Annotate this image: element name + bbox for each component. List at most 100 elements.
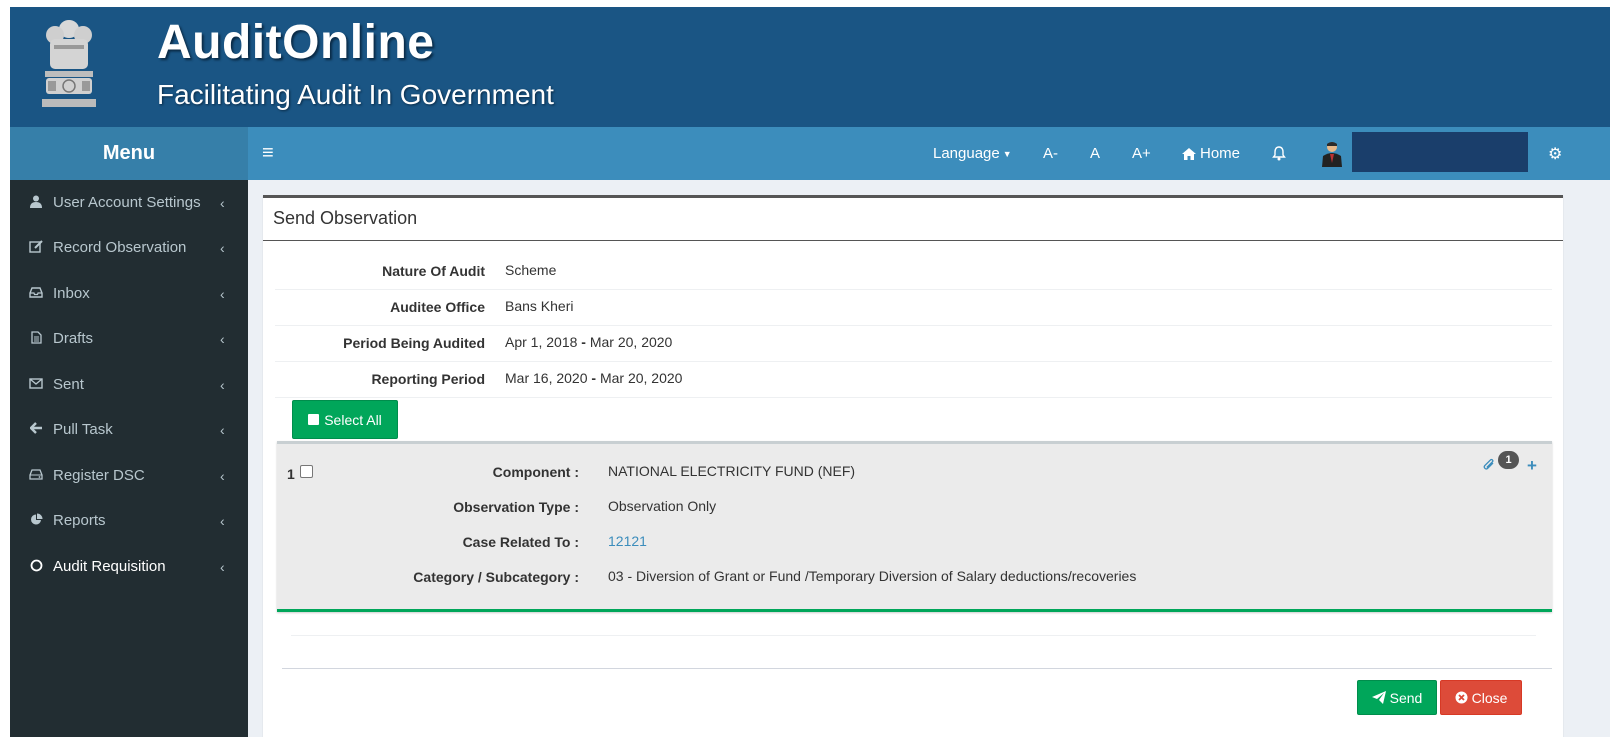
sidebar: User Account Settings ‹ Record Observati… (10, 180, 248, 737)
observation-card: 1 Component : NATIONAL ELECTRICITY FUND … (277, 441, 1552, 612)
info-label: Nature Of Audit (382, 263, 485, 279)
select-all-button[interactable]: Select All (292, 400, 398, 439)
sidebar-item-sent[interactable]: Sent ‹ (10, 362, 248, 407)
user-name-box[interactable] (1352, 132, 1528, 172)
chevron-left-icon: ‹ (220, 239, 225, 256)
field-value: Observation Only (608, 498, 717, 514)
plus-icon[interactable]: + (1527, 456, 1537, 476)
paper-plane-icon (1371, 691, 1386, 704)
info-row-period-being-audited: Period Being Audited Apr 1, 2018 - Mar 2… (275, 325, 1552, 362)
font-increase-button[interactable]: A+ (1132, 127, 1151, 180)
info-row-nature-of-audit: Nature Of Audit Scheme (275, 253, 1552, 290)
info-value: Apr 1, 2018 - Mar 20, 2020 (505, 334, 672, 350)
sidebar-item-drafts[interactable]: Drafts ‹ (10, 316, 248, 361)
sidebar-item-inbox[interactable]: Inbox ‹ (10, 271, 248, 316)
font-normal-button[interactable]: A (1090, 127, 1100, 180)
observation-number: 1 (287, 466, 295, 482)
info-value: Mar 16, 2020 - Mar 20, 2020 (505, 370, 682, 386)
sidebar-item-audit-requisition[interactable]: Audit Requisition ‹ (10, 544, 248, 589)
info-label: Auditee Office (390, 299, 485, 315)
sidebar-item-label: Record Observation (53, 239, 187, 256)
period-from: Mar 16, 2020 (505, 370, 588, 386)
gears-icon: ⚙ (1548, 145, 1563, 163)
send-button[interactable]: Send (1357, 680, 1437, 715)
period-to: Mar 20, 2020 (599, 370, 683, 386)
header-banner: AuditOnline Facilitating Audit In Govern… (10, 7, 1610, 127)
field-label: Case Related To : (462, 534, 579, 550)
circle-icon (28, 559, 44, 575)
menu-header: Menu (10, 127, 248, 180)
settings-button[interactable]: ⚙ (1548, 127, 1562, 180)
sidebar-item-label: Drafts (53, 330, 94, 347)
period-from: Apr 1, 2018 (505, 334, 578, 350)
period-separator: - (581, 334, 586, 350)
send-label: Send (1389, 689, 1423, 706)
notifications-button[interactable] (1272, 127, 1286, 180)
case-link[interactable]: 12121 (608, 533, 647, 549)
info-label: Period Being Audited (343, 335, 485, 351)
sidebar-item-label: Pull Task (53, 421, 113, 438)
info-row-auditee-office: Auditee Office Bans Kheri (275, 289, 1552, 326)
close-label: Close (1471, 689, 1508, 706)
edit-icon (28, 239, 44, 256)
sidebar-item-label: Reports (53, 512, 106, 529)
sidebar-item-label: Register DSC (53, 467, 145, 484)
sidebar-item-reports[interactable]: Reports ‹ (10, 498, 248, 543)
app-frame: AuditOnline Facilitating Audit In Govern… (10, 7, 1610, 737)
field-label: Category / Subcategory : (413, 569, 579, 585)
pie-chart-icon (28, 513, 44, 529)
sidebar-item-pull-task[interactable]: Pull Task ‹ (10, 407, 248, 452)
title-divider (263, 240, 1563, 241)
home-link[interactable]: Home (1182, 127, 1240, 180)
home-label: Home (1200, 145, 1241, 162)
national-emblem-icon (42, 20, 96, 107)
hamburger-icon[interactable]: ≡ (262, 127, 274, 180)
font-decrease-button[interactable]: A- (1043, 127, 1058, 180)
chevron-left-icon: ‹ (220, 285, 225, 302)
inbox-icon (28, 286, 44, 301)
language-label: Language (933, 145, 1000, 162)
file-icon (28, 330, 44, 347)
sidebar-item-user-account-settings[interactable]: User Account Settings ‹ (10, 180, 248, 225)
app-tagline: Facilitating Audit In Government (157, 79, 554, 110)
close-circle-icon (1455, 691, 1468, 704)
user-avatar-button[interactable] (1321, 127, 1343, 180)
paperclip-icon[interactable] (1482, 458, 1496, 476)
field-label: Component : (492, 464, 579, 480)
info-value: Scheme (505, 262, 557, 278)
envelope-icon (28, 377, 44, 392)
language-dropdown[interactable]: Language ▼ (933, 127, 1012, 180)
chevron-left-icon: ‹ (220, 467, 225, 484)
field-label: Observation Type : (453, 499, 579, 515)
observation-checkbox[interactable] (300, 465, 313, 478)
footer-divider (282, 668, 1552, 669)
user-icon (28, 195, 44, 211)
sidebar-item-label: Inbox (53, 285, 90, 302)
sidebar-item-record-observation[interactable]: Record Observation ‹ (10, 225, 248, 270)
top-navbar: ≡ Language ▼ A- A A+ Home ⚙ (248, 127, 1610, 180)
select-all-label: Select All (324, 411, 382, 428)
page-title: Send Observation (273, 208, 418, 228)
chevron-left-icon: ‹ (220, 194, 225, 211)
sidebar-item-label: Sent (53, 376, 84, 393)
period-separator: - (591, 370, 597, 386)
close-button[interactable]: Close (1440, 680, 1522, 715)
field-value: NATIONAL ELECTRICITY FUND (NEF) (608, 463, 856, 479)
drive-icon (28, 468, 44, 483)
home-icon (1182, 147, 1196, 160)
sidebar-item-register-dsc[interactable]: Register DSC ‹ (10, 453, 248, 498)
chevron-left-icon: ‹ (220, 376, 225, 393)
app-title: AuditOnline (157, 16, 435, 69)
period-to: Mar 20, 2020 (589, 334, 673, 350)
chevron-left-icon: ‹ (220, 421, 225, 438)
info-label: Reporting Period (371, 371, 485, 387)
sidebar-item-label: User Account Settings (53, 194, 201, 211)
field-value: 03 - Diversion of Grant or Fund /Tempora… (608, 568, 1137, 584)
send-observation-panel: Send Observation Nature Of Audit Scheme … (263, 195, 1563, 737)
info-row-reporting-period: Reporting Period Mar 16, 2020 - Mar 20, … (275, 361, 1552, 398)
chevron-left-icon: ‹ (220, 330, 225, 347)
bell-icon (1272, 146, 1286, 161)
caret-down-icon: ▼ (1002, 148, 1012, 159)
info-value: Bans Kheri (505, 298, 574, 314)
chevron-left-icon: ‹ (220, 558, 225, 575)
